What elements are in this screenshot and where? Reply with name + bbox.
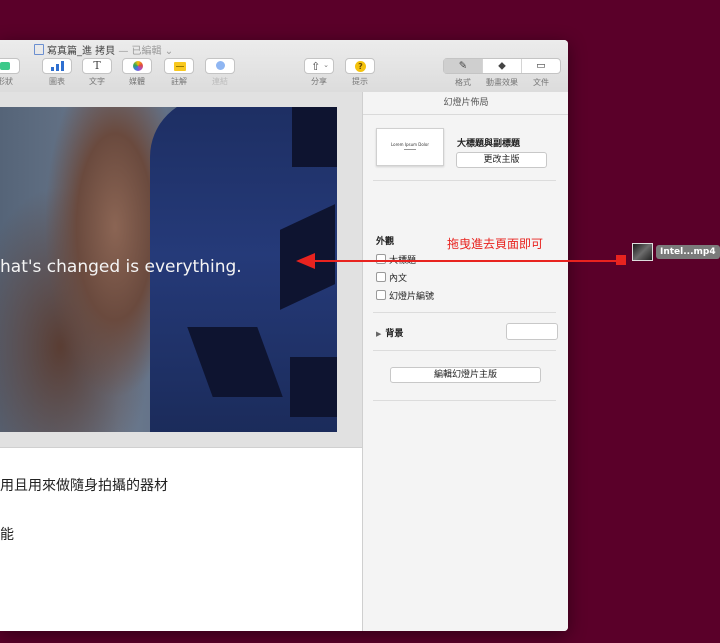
toolbar-tips-button[interactable]: ? 提示 <box>345 58 375 87</box>
document-proxy-icon[interactable] <box>34 44 44 55</box>
toolbar-shape-button[interactable]: 形狀 <box>0 58 20 87</box>
document-title[interactable]: 寫真篇_進 拷貝 — 已編輯 ⌄ <box>34 42 173 57</box>
slide-title-text[interactable]: hat's changed is everything. <box>0 257 242 277</box>
toolbar-comment-label: 註解 <box>171 77 187 86</box>
share-icon: ⇧ <box>311 60 321 73</box>
change-master-button[interactable]: 更改主版 <box>456 152 547 168</box>
toolbar-share-button[interactable]: ⇧ ⌄ 分享 <box>304 58 334 87</box>
tab-format-label: 格式 <box>455 78 471 87</box>
arrow-head-icon <box>296 253 315 269</box>
edited-status: — 已編輯 <box>118 46 162 57</box>
layout-name: 大標題與副標題 <box>457 139 521 149</box>
slide-number-checkbox-label: 幻燈片編號 <box>389 292 435 302</box>
toolbar-chart-button[interactable]: 圖表 <box>42 58 72 87</box>
media-icon <box>133 61 143 71</box>
checkbox-icon <box>376 290 386 300</box>
document-icon: ▭ <box>536 60 546 72</box>
video-thumbnail-icon <box>632 243 653 261</box>
tab-animate-label: 動畫效果 <box>486 78 518 87</box>
slide-photo-pattern <box>292 107 337 167</box>
chevron-down-icon[interactable]: ⌄ <box>165 46 173 57</box>
appearance-heading: 外觀 <box>376 237 395 247</box>
text-icon: T <box>93 59 101 72</box>
toolbar-media-label: 媒體 <box>129 77 145 86</box>
toolbar-comment-button[interactable]: 註解 <box>164 58 194 87</box>
divider <box>373 312 556 313</box>
tab-document[interactable]: ▭ <box>521 59 560 73</box>
notes-line: 用且用來做隨身拍攝的器材 <box>0 478 168 494</box>
annotation-text: 拖曳進去頁面即可 <box>447 237 544 251</box>
presenter-notes[interactable]: 用且用來做隨身拍攝的器材 能 <box>0 447 362 631</box>
shape-icon <box>0 62 10 70</box>
background-label: 背景 <box>385 329 404 339</box>
divider <box>373 400 556 401</box>
divider <box>373 350 556 351</box>
disclosure-triangle-icon: ▶ <box>376 330 382 338</box>
checkbox-icon <box>376 254 386 264</box>
slide-photo-pattern <box>290 357 337 417</box>
annotation-arrow <box>314 260 618 262</box>
inspector-segmented-control: ✎ ◆ ▭ <box>443 58 561 74</box>
chart-icon <box>51 61 65 71</box>
toolbar-media-button[interactable]: 媒體 <box>122 58 152 87</box>
slide-number-checkbox[interactable]: 幻燈片編號 <box>376 289 434 302</box>
tab-document-label: 文件 <box>533 78 549 87</box>
file-name: Intel...mp4 <box>656 245 720 259</box>
toolbar: 寫真篇_進 拷貝 — 已編輯 ⌄ 形狀 圖表 T 文字 媒體 註解 連結 ⇧⌄ <box>0 40 568 93</box>
tips-icon: ? <box>355 61 366 72</box>
format-brush-icon: ✎ <box>458 60 468 72</box>
tab-format[interactable]: ✎ <box>444 59 482 73</box>
background-disclosure[interactable]: ▶ 背景 <box>376 326 403 339</box>
tab-animate[interactable]: ◆ <box>482 59 521 73</box>
slide-canvas: hat's changed is everything. 用且用來做隨身拍攝的器… <box>0 92 362 631</box>
layout-thumbnail-text: Lorem Ipsum Dolor <box>390 142 430 147</box>
annotation-arrow-tail <box>616 255 626 265</box>
divider <box>373 180 556 181</box>
toolbar-text-button[interactable]: T 文字 <box>82 58 112 87</box>
comment-icon <box>174 62 186 71</box>
keynote-window: 寫真篇_進 拷貝 — 已編輯 ⌄ 形狀 圖表 T 文字 媒體 註解 連結 ⇧⌄ <box>0 40 568 631</box>
toolbar-tips-label: 提示 <box>352 77 368 86</box>
dragged-video-file[interactable]: Intel...mp4 <box>632 243 720 261</box>
current-slide[interactable]: hat's changed is everything. <box>0 107 337 432</box>
toolbar-link-button[interactable]: 連結 <box>205 58 235 87</box>
toolbar-link-label: 連結 <box>212 77 228 86</box>
format-inspector: 幻燈片佈局 Lorem Ipsum Dolor 大標題與副標題 更改主版 外觀 … <box>362 92 568 631</box>
toolbar-shape-label: 形狀 <box>0 77 13 86</box>
body-checkbox[interactable]: 內文 <box>376 271 407 284</box>
toolbar-text-label: 文字 <box>89 77 105 86</box>
inspector-header: 幻燈片佈局 <box>363 92 568 115</box>
background-color-well[interactable] <box>506 323 558 340</box>
body-checkbox-label: 內文 <box>389 274 408 284</box>
document-title-text: 寫真篇_進 拷貝 <box>47 46 116 57</box>
toolbar-chart-label: 圖表 <box>49 77 65 86</box>
link-icon <box>216 61 225 70</box>
animate-diamond-icon: ◆ <box>498 60 506 72</box>
layout-thumbnail[interactable]: Lorem Ipsum Dolor <box>376 128 444 166</box>
chevron-down-icon: ⌄ <box>323 61 329 69</box>
toolbar-share-label: 分享 <box>311 77 327 86</box>
edit-master-button[interactable]: 編輯幻燈片主版 <box>390 367 541 383</box>
notes-line: 能 <box>0 527 14 543</box>
checkbox-icon <box>376 272 386 282</box>
